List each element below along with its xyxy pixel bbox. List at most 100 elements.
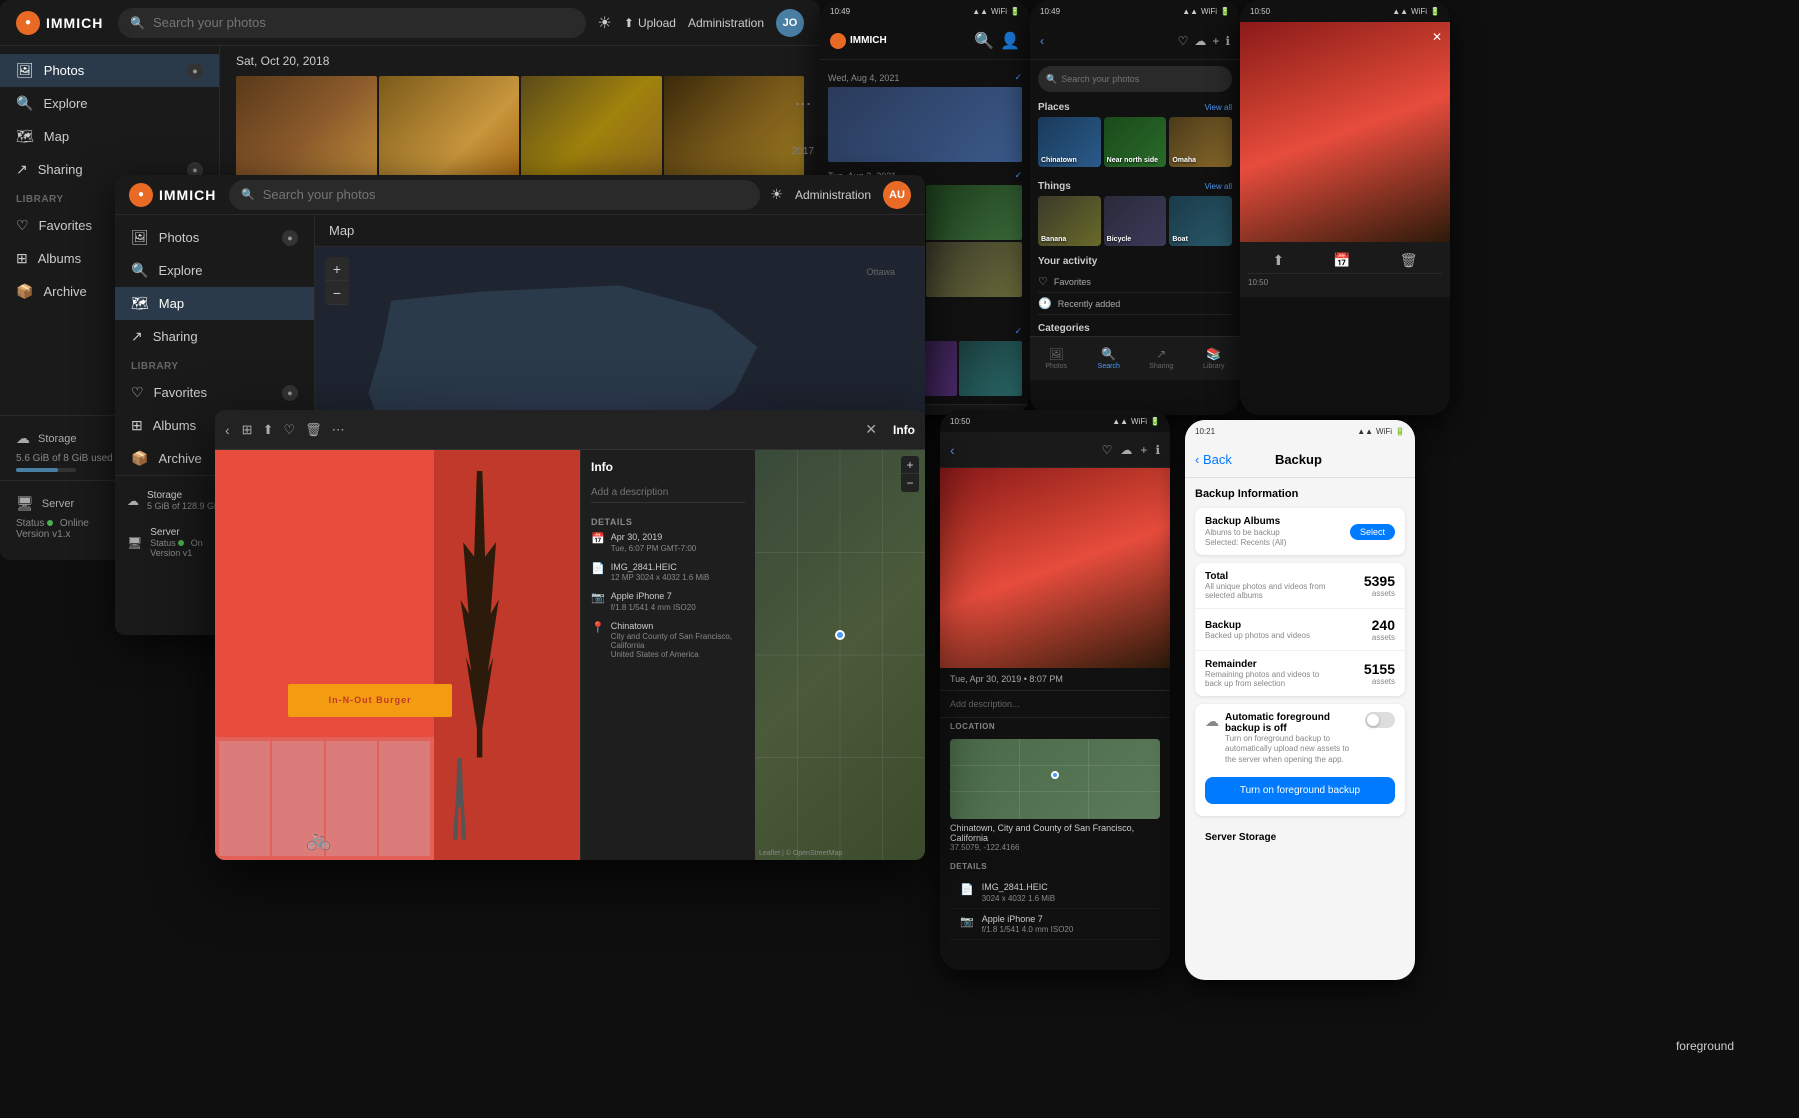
storage-icon: ☁	[16, 430, 30, 447]
sidebar-item-map[interactable]: 🗺 Map	[0, 120, 219, 153]
mob4-map[interactable]	[950, 739, 1160, 819]
mob2-nav-library[interactable]: 📚 Library	[1188, 337, 1241, 380]
mob5-toggle-switch[interactable]	[1365, 712, 1395, 728]
sidebar-item-photos[interactable]: 🖼 Photos ●	[0, 54, 219, 87]
mob5-backup-button[interactable]: Turn on foreground backup	[1205, 777, 1395, 804]
zoom-out-button[interactable]: −	[325, 281, 349, 305]
sec-storage-icon: ☁	[127, 494, 139, 508]
sidebar-item-explore[interactable]: 🔍 Explore	[0, 87, 219, 120]
mob5-back-button[interactable]: ‹ Back	[1195, 452, 1232, 467]
admin-label[interactable]: Administration	[688, 16, 764, 30]
mini-map-zoom: + −	[901, 456, 919, 492]
more-icon[interactable]: ⋯	[332, 422, 345, 438]
zoom-in-button[interactable]: +	[325, 257, 349, 281]
mob2-activity-favorites[interactable]: ♡ Favorites	[1038, 271, 1232, 293]
share-icon[interactable]: ⬆	[263, 422, 274, 438]
mob3-main-image[interactable]: ✕	[1240, 22, 1450, 242]
mob4-info-icon[interactable]: ℹ	[1155, 443, 1160, 457]
mob2-cloud-icon[interactable]: ☁	[1194, 34, 1206, 48]
in-n-out-sign: In-N-Out Burger	[288, 684, 452, 717]
mob2-nav-sharing[interactable]: ↗ Sharing	[1135, 337, 1188, 380]
sec-search-bar[interactable]: 🔍	[229, 180, 760, 210]
avatar[interactable]: JO	[776, 9, 804, 37]
mob2-search-bar[interactable]: 🔍	[1038, 66, 1232, 92]
mob2-things-label: Things	[1038, 181, 1071, 192]
mob4-back-button[interactable]: ‹	[950, 442, 955, 458]
sec-header-actions: ☀ Administration AU	[770, 181, 911, 209]
upload-button[interactable]: ⬆ Upload	[624, 16, 676, 30]
mob3-calendar-icon[interactable]: 📅	[1333, 252, 1350, 269]
mob2-nav-photos[interactable]: 🖼 Photos	[1030, 337, 1083, 380]
mini-zoom-in[interactable]: +	[901, 456, 919, 474]
mob4-cloud-icon[interactable]: ☁	[1120, 443, 1132, 457]
mob4-details-section: 📄 IMG_2841.HEIC 3024 x 4032 1.6 MiB 📷 Ap…	[940, 873, 1170, 944]
mob4-add-icon[interactable]: +	[1140, 443, 1147, 457]
mob1-battery: 🔋	[1010, 7, 1020, 16]
mob2-activity-recent[interactable]: 🕐 Recently added	[1038, 293, 1232, 315]
mob2-places-view-all[interactable]: View all	[1205, 103, 1232, 112]
place-label-omaha: Omaha	[1172, 157, 1196, 164]
mob5-select-button[interactable]: Select	[1350, 524, 1395, 540]
grid-icon[interactable]: ⊞	[242, 422, 253, 438]
sec-favorites[interactable]: ♡ Favorites ●	[115, 376, 314, 409]
main-search-bar[interactable]: 🔍	[118, 8, 586, 38]
trash-icon[interactable]: 🗑	[305, 422, 322, 438]
mob3-delete-icon[interactable]: 🗑	[1400, 252, 1418, 269]
thing-card-bicycle[interactable]: Bicycle	[1104, 196, 1167, 246]
mob1-photo-aug4[interactable]	[828, 87, 1022, 162]
favorites-icon: ♡	[16, 217, 29, 234]
sec-sidebar-explore[interactable]: 🔍 Explore	[115, 254, 314, 287]
mob2-nav-search[interactable]: 🔍 Search	[1083, 337, 1136, 380]
detail-back-icon[interactable]: ‹	[225, 422, 230, 438]
thing-card-boat[interactable]: Boat	[1169, 196, 1232, 246]
sec-sidebar-sharing[interactable]: ↗ Sharing	[115, 320, 314, 353]
sec-sun-icon[interactable]: ☀	[770, 186, 783, 203]
mob1-profile-icon[interactable]: 👤	[1000, 31, 1020, 51]
mob3-close-icon[interactable]: ✕	[1432, 30, 1442, 44]
sec-server-version: Version v1	[150, 548, 203, 558]
mob4-fav-icon[interactable]: ♡	[1102, 443, 1113, 457]
sidebar-label-sharing: Sharing	[38, 162, 83, 177]
detail-camera-sub: f/1.8 1/541 4 mm ISO20	[611, 603, 696, 612]
mob5-total-label: Total	[1205, 571, 1335, 582]
place-card-northside[interactable]: Near north side	[1104, 117, 1167, 167]
heart-icon[interactable]: ♡	[283, 422, 295, 438]
sec-search-input[interactable]	[263, 187, 749, 202]
sharing-icon: ↗	[16, 161, 28, 178]
search-input[interactable]	[153, 15, 574, 30]
mob2-places-grid: Chinatown Near north side Omaha	[1038, 117, 1232, 167]
mini-zoom-out[interactable]: −	[901, 474, 919, 492]
mob2-header-right: ♡ ☁ + ℹ	[1178, 34, 1230, 48]
sec-header: ● IMMICH 🔍 ☀ Administration AU	[115, 175, 925, 215]
place-card-omaha[interactable]: Omaha	[1169, 117, 1232, 167]
mob3-status-bar: 10:50 ▲▲ WiFi 🔋	[1240, 0, 1450, 22]
mob2-heart-icon[interactable]: ♡	[1178, 34, 1189, 48]
mob4-location-label: LOCATION	[940, 718, 1170, 733]
map-zoom-controls: + −	[325, 257, 349, 305]
mob1-search-icon[interactable]: 🔍	[974, 31, 994, 51]
sec-sidebar-map[interactable]: 🗺 Map	[115, 287, 314, 320]
mob1-thumb-4[interactable]	[926, 242, 1022, 297]
tree-silhouette	[452, 471, 507, 758]
description-input[interactable]	[591, 485, 745, 503]
mob2-search-input[interactable]	[1061, 74, 1224, 84]
mob1-thumb-7[interactable]	[959, 341, 1022, 396]
mob2-add-icon[interactable]: +	[1212, 34, 1219, 48]
detail-close-icon[interactable]: ✕	[865, 421, 877, 438]
sec-admin-label[interactable]: Administration	[795, 188, 871, 202]
thing-card-banana[interactable]: Banana	[1038, 196, 1101, 246]
dots-menu[interactable]: ⋮	[793, 96, 812, 112]
mob3-share-icon[interactable]: ⬆	[1273, 252, 1285, 269]
mob2-back-icon[interactable]: ‹	[1040, 34, 1044, 48]
mob3-time: 10:50	[1250, 7, 1270, 16]
mob1-thumb-2[interactable]	[926, 185, 1022, 240]
mobile-screen-2: 10:49 ▲▲ WiFi 🔋 ‹ ♡ ☁ + ℹ 🔍 Places View …	[1030, 0, 1240, 415]
sec-sidebar-photos[interactable]: 🖼 Photos ●	[115, 221, 314, 254]
detail-location: 📍 Chinatown City and County of San Franc…	[591, 620, 745, 660]
mob2-things-view-all[interactable]: View all	[1205, 182, 1232, 191]
mob2-info-icon[interactable]: ℹ	[1225, 34, 1230, 48]
place-card-chinatown[interactable]: Chinatown	[1038, 117, 1101, 167]
sun-icon[interactable]: ☀	[598, 13, 612, 33]
sec-avatar[interactable]: AU	[883, 181, 911, 209]
mob5-total-desc: All unique photos and videos from select…	[1205, 582, 1335, 600]
